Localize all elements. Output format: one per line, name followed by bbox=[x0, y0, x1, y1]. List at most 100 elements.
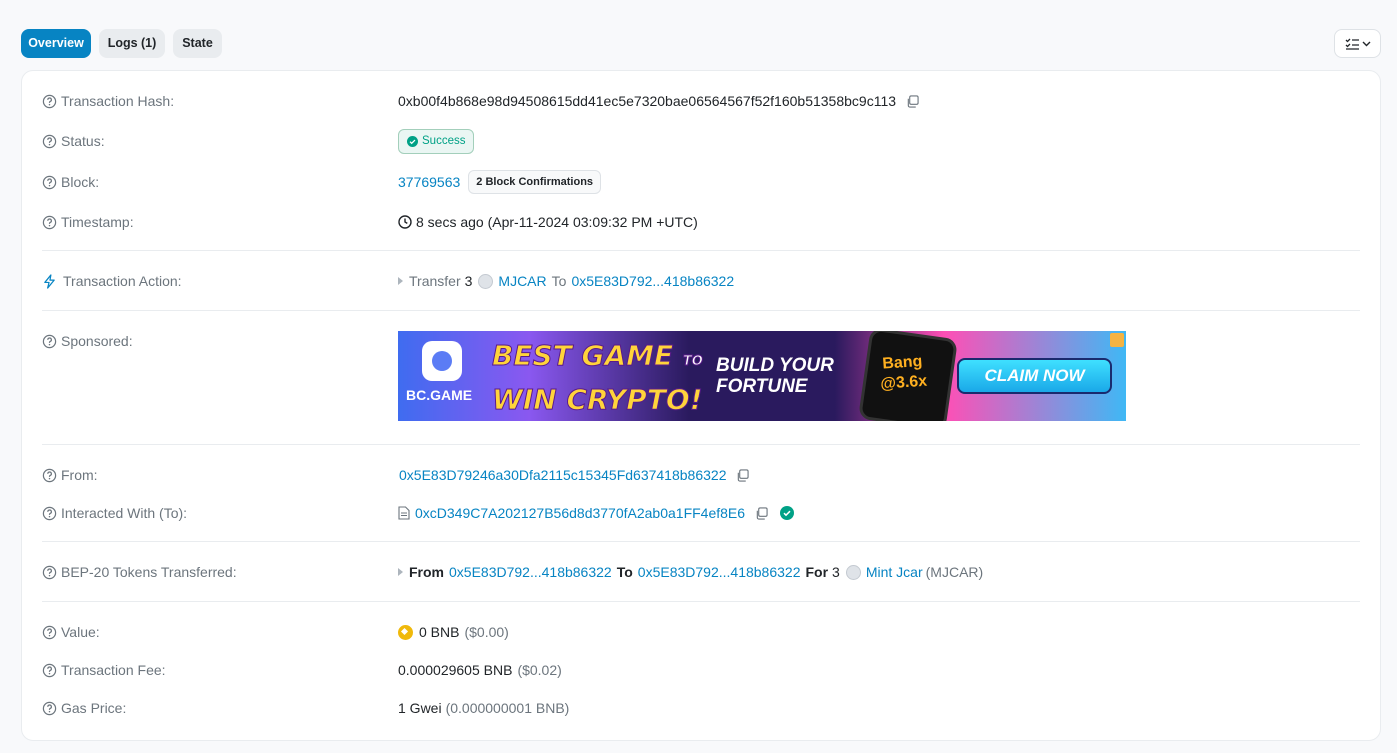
label-group: Interacted With (To): bbox=[42, 505, 187, 521]
question-circle-icon[interactable] bbox=[42, 134, 57, 149]
label-group: Transaction Hash: bbox=[42, 93, 174, 109]
tab-logs[interactable]: Logs (1) bbox=[99, 29, 165, 58]
banner-claim-button[interactable]: CLAIM NOW bbox=[957, 358, 1112, 394]
token-icon bbox=[478, 273, 494, 289]
contract-file-icon bbox=[398, 506, 410, 520]
action-token-link[interactable]: MJCAR bbox=[498, 273, 546, 289]
value-amount: 0 BNB bbox=[419, 624, 460, 640]
tokens-to-address-link[interactable]: 0x5E83D792...418b86322 bbox=[638, 564, 801, 580]
question-circle-icon[interactable] bbox=[42, 663, 57, 678]
ad-choices-icon[interactable] bbox=[1110, 333, 1124, 347]
clock-icon bbox=[398, 215, 412, 229]
banner-line2: WIN CRYPTO! bbox=[492, 383, 703, 417]
gas-amount: 1 Gwei bbox=[398, 700, 442, 716]
banner-mid2: FORTUNE bbox=[716, 376, 808, 397]
row-transaction-hash: Transaction Hash: 0xb00f4b868e98d9450861… bbox=[42, 90, 1360, 112]
row-transaction-fee: Transaction Fee: 0.000029605 BNB ($0.02) bbox=[42, 659, 1360, 681]
tokens-for-word: For bbox=[805, 564, 829, 580]
tab-overview[interactable]: Overview bbox=[21, 29, 91, 58]
question-circle-icon[interactable] bbox=[42, 334, 57, 349]
sponsored-label: Sponsored: bbox=[61, 333, 133, 349]
action-to-address-link[interactable]: 0x5E83D792...418b86322 bbox=[571, 273, 734, 289]
value-group: 0xcD349C7A202127B56d8d3770fA2ab0a1FF4ef8… bbox=[398, 505, 795, 521]
banner-line1: BEST GAME bbox=[491, 339, 674, 373]
value-label: Value: bbox=[61, 624, 100, 640]
row-interacted-with: Interacted With (To): 0xcD349C7A202127B5… bbox=[42, 502, 1360, 524]
tab-state[interactable]: State bbox=[173, 29, 222, 58]
divider bbox=[42, 444, 1360, 445]
interacted-with-label: Interacted With (To): bbox=[61, 505, 188, 521]
value-group: 0.000029605 BNB ($0.02) bbox=[398, 662, 562, 678]
timestamp-value: 8 secs ago (Apr-11-2024 03:09:32 PM +UTC… bbox=[416, 214, 698, 230]
view-options-button[interactable] bbox=[1334, 29, 1381, 58]
question-circle-icon[interactable] bbox=[42, 701, 57, 716]
list-check-icon bbox=[1345, 38, 1359, 50]
check-circle-icon bbox=[407, 135, 418, 147]
gas-detail: (0.000000001 BNB) bbox=[445, 700, 570, 716]
sponsored-banner[interactable]: BC.GAME BEST GAME TO WIN CRYPTO! BUILD Y… bbox=[398, 331, 1126, 421]
confirmations-badge: 2 Block Confirmations bbox=[468, 170, 602, 194]
transaction-hash-label: Transaction Hash: bbox=[61, 93, 175, 109]
value-group: 1 Gwei (0.000000001 BNB) bbox=[398, 700, 569, 716]
tokens-amount: 3 bbox=[832, 564, 840, 580]
copy-icon[interactable] bbox=[755, 506, 768, 520]
banner-to: TO bbox=[682, 354, 703, 370]
question-circle-icon[interactable] bbox=[42, 468, 57, 483]
copy-icon[interactable] bbox=[906, 94, 919, 108]
question-circle-icon[interactable] bbox=[42, 625, 57, 640]
value-usd: ($0.00) bbox=[464, 624, 509, 640]
divider bbox=[42, 250, 1360, 251]
value-group: Success bbox=[398, 128, 475, 154]
token-name-link[interactable]: Mint Jcar bbox=[866, 564, 923, 580]
value-group: 0x5E83D79246a30Dfa2115c15345Fd637418b863… bbox=[399, 467, 750, 483]
fee-usd: ($0.02) bbox=[517, 662, 562, 678]
token-symbol: (MJCAR) bbox=[925, 564, 984, 580]
divider bbox=[42, 541, 1360, 542]
bc-game-logo-icon bbox=[422, 341, 462, 381]
value-group: 8 secs ago (Apr-11-2024 03:09:32 PM +UTC… bbox=[398, 214, 698, 230]
label-group: Transaction Action: bbox=[42, 273, 182, 289]
tab-bar: Overview Logs (1) State bbox=[21, 29, 1381, 59]
label-group: Value: bbox=[42, 624, 100, 640]
copy-icon[interactable] bbox=[736, 468, 750, 482]
action-amount: 3 bbox=[464, 273, 473, 289]
question-circle-icon[interactable] bbox=[42, 94, 57, 109]
tokens-from-address-link[interactable]: 0x5E83D792...418b86322 bbox=[449, 564, 612, 580]
banner-brand-logo: BC.GAME bbox=[406, 341, 486, 413]
label-group: Status: bbox=[42, 133, 105, 149]
value-group: Transfer 3 MJCAR To 0x5E83D792...418b863… bbox=[398, 273, 734, 289]
bnb-icon bbox=[398, 624, 413, 640]
value-group: 0 BNB ($0.00) bbox=[398, 624, 509, 640]
block-number-link[interactable]: 37769563 bbox=[398, 174, 460, 190]
value-group: 0xb00f4b868e98d94508615dd41ec5e7320bae06… bbox=[398, 93, 919, 109]
divider bbox=[42, 601, 1360, 602]
label-group: Sponsored: bbox=[42, 333, 133, 349]
caret-right-icon[interactable] bbox=[398, 277, 403, 285]
question-circle-icon[interactable] bbox=[42, 175, 57, 190]
status-badge: Success bbox=[398, 128, 475, 154]
from-address-link[interactable]: 0x5E83D79246a30Dfa2115c15345Fd637418b863… bbox=[399, 467, 726, 483]
label-group: Block: bbox=[42, 174, 99, 190]
row-status: Status: Success bbox=[42, 128, 1360, 154]
row-gas-price: Gas Price: 1 Gwei (0.000000001 BNB) bbox=[42, 697, 1360, 719]
question-circle-icon[interactable] bbox=[42, 565, 57, 580]
label-group: Gas Price: bbox=[42, 700, 126, 716]
banner-phone-line2: @3.6x bbox=[879, 372, 928, 393]
row-from: From: 0x5E83D79246a30Dfa2115c15345Fd6374… bbox=[42, 464, 1360, 486]
row-value: Value: 0 BNB ($0.00) bbox=[42, 621, 1360, 643]
banner-tagline: BUILD YOUR FORTUNE bbox=[716, 355, 834, 397]
question-circle-icon[interactable] bbox=[42, 506, 57, 521]
label-group: Transaction Fee: bbox=[42, 662, 166, 678]
tokens-from-word: From bbox=[409, 564, 444, 580]
caret-right-icon[interactable] bbox=[398, 568, 403, 576]
question-circle-icon[interactable] bbox=[42, 215, 57, 230]
label-group: From: bbox=[42, 467, 98, 483]
contract-address-link[interactable]: 0xcD349C7A202127B56d8d3770fA2ab0a1FF4ef8… bbox=[415, 505, 745, 521]
label-group: BEP-20 Tokens Transferred: bbox=[42, 564, 237, 580]
gas-price-label: Gas Price: bbox=[61, 700, 127, 716]
transaction-fee-label: Transaction Fee: bbox=[61, 662, 166, 678]
timestamp-label: Timestamp: bbox=[61, 214, 134, 230]
label-group: Timestamp: bbox=[42, 214, 134, 230]
banner-headline: BEST GAME TO WIN CRYPTO! bbox=[491, 337, 703, 419]
from-label: From: bbox=[61, 467, 98, 483]
